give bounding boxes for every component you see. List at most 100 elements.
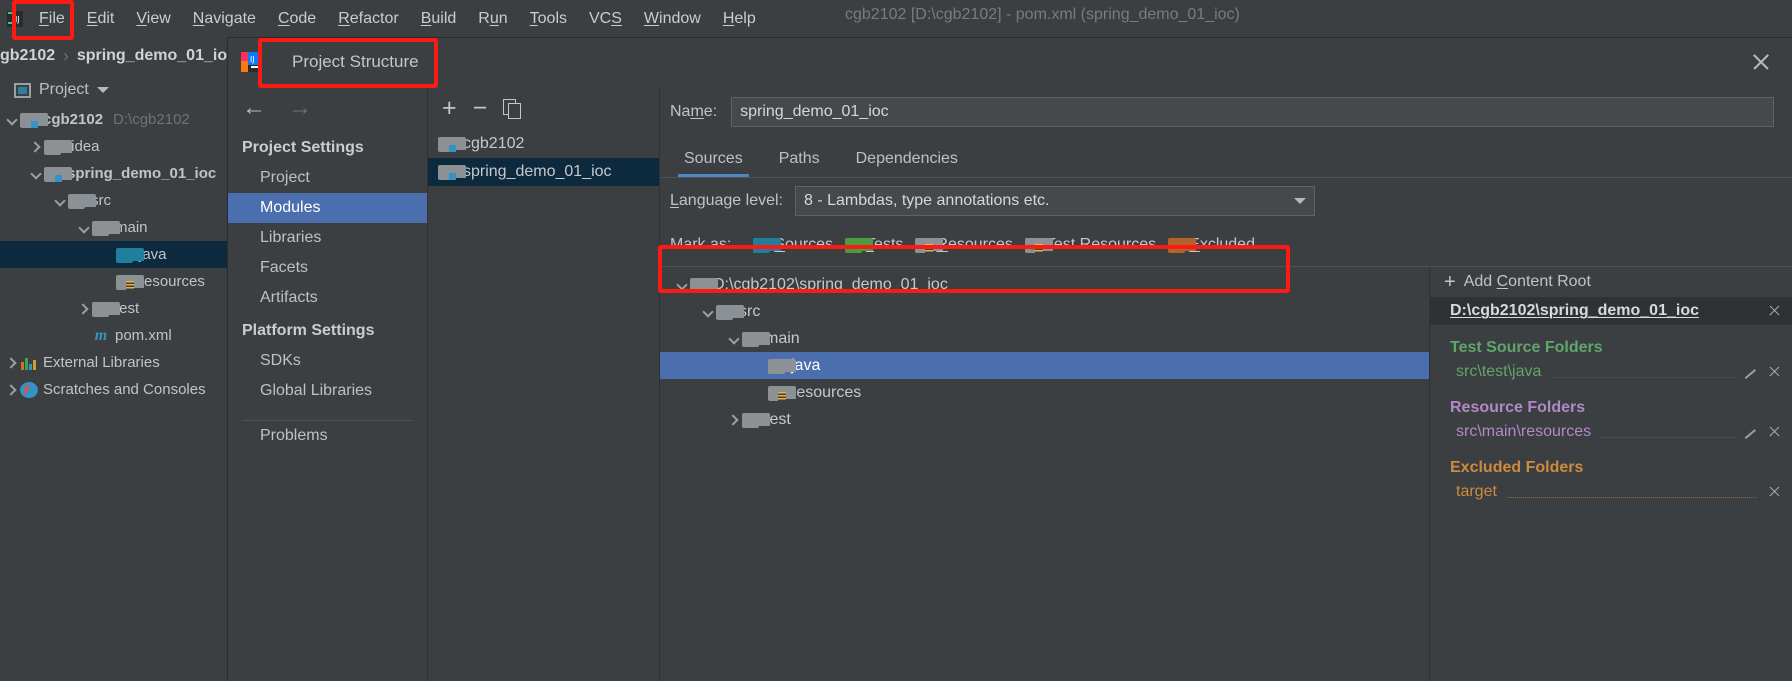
breadcrumb-item-0[interactable]: gb2102 bbox=[0, 47, 55, 65]
sidebar-item-problems[interactable]: Problems bbox=[228, 421, 427, 451]
edit-icon[interactable] bbox=[1745, 425, 1760, 440]
menu-item-tools[interactable]: Tools bbox=[519, 6, 578, 32]
folder-path: src\main\resources bbox=[1456, 423, 1592, 440]
modules-list: cgb2102 spring_demo_01_ioc bbox=[428, 130, 659, 186]
menu-item-build[interactable]: Build bbox=[410, 6, 468, 32]
mark-as-sources-button[interactable]: Sources bbox=[753, 236, 833, 254]
sidebar-item-global-libraries[interactable]: Global Libraries bbox=[228, 376, 427, 406]
project-tree-row-cgb2102[interactable]: cgb2102 D:\cgb2102 bbox=[0, 106, 227, 133]
folder-path: target bbox=[1456, 483, 1497, 500]
remove-icon[interactable] bbox=[1766, 484, 1782, 500]
remove-content-root-icon[interactable] bbox=[1766, 303, 1782, 319]
remove-icon[interactable] bbox=[1766, 364, 1782, 380]
menu-item-help[interactable]: Help bbox=[712, 6, 767, 32]
tab-sources[interactable]: Sources bbox=[670, 146, 757, 177]
breadcrumb-item-1[interactable]: spring_demo_01_ioc bbox=[77, 47, 236, 65]
settings-nav-panel: ← → Project Settings Project Modules Librar… bbox=[228, 86, 428, 681]
project-tree-row-pom-xml[interactable]: m pom.xml bbox=[0, 322, 227, 349]
content-tree-2-chevron-down-icon[interactable] bbox=[726, 331, 742, 347]
project-tree-row-test[interactable]: test bbox=[0, 295, 227, 322]
content-tree-row-d--cgb2102-spring-demo-01-ioc[interactable]: D:\cgb2102\spring_demo_01_ioc bbox=[660, 271, 1429, 298]
folder-path: src\test\java bbox=[1456, 363, 1542, 380]
content-tree-row-test[interactable]: test bbox=[660, 406, 1429, 433]
mark-as-tests-button[interactable]: Tests bbox=[845, 236, 903, 254]
sidebar-item-libraries[interactable]: Libraries bbox=[228, 223, 427, 253]
project-tree-row-main[interactable]: main bbox=[0, 214, 227, 241]
chevron-down-icon[interactable] bbox=[96, 87, 109, 93]
menu-item-view[interactable]: View bbox=[125, 6, 181, 32]
project-tree-row-scratches-and-consoles[interactable]: Scratches and Consoles bbox=[0, 376, 227, 403]
mark-as-excluded-button[interactable]: Excluded bbox=[1168, 236, 1255, 254]
language-level-label: Language level: bbox=[670, 192, 783, 209]
content-tree-row-main[interactable]: main bbox=[660, 325, 1429, 352]
sidebar-item-project[interactable]: Project bbox=[228, 163, 427, 193]
tab-paths[interactable]: Paths bbox=[765, 146, 834, 177]
menu-item-refactor[interactable]: Refactor bbox=[327, 6, 409, 32]
content-tree-5-chevron-right-icon[interactable] bbox=[726, 412, 742, 428]
content-tree-row-resources[interactable]: resources bbox=[660, 379, 1429, 406]
dotted-leader bbox=[1601, 426, 1735, 438]
sidebar-item-facets[interactable]: Facets bbox=[228, 253, 427, 283]
sidebar-item-artifacts[interactable]: Artifacts bbox=[228, 283, 427, 313]
project-tree-row-src[interactable]: src bbox=[0, 187, 227, 214]
project-tree-4-chevron-down-icon[interactable] bbox=[76, 220, 92, 236]
plus-icon[interactable]: + bbox=[442, 95, 457, 121]
content-tree-1-chevron-down-icon[interactable] bbox=[700, 304, 716, 320]
dialog-body: ← → Project Settings Project Modules Librar… bbox=[228, 86, 1792, 681]
project-tree-9-chevron-right-icon[interactable] bbox=[4, 355, 20, 371]
menu-item-file[interactable]: File bbox=[28, 6, 76, 32]
project-tree-6-spacer bbox=[100, 274, 116, 290]
project-tree-row-external-libraries[interactable]: External Libraries bbox=[0, 349, 227, 376]
content-tree-row-java[interactable]: java bbox=[660, 352, 1429, 379]
project-tree-0-chevron-down-icon[interactable] bbox=[4, 112, 20, 128]
content-tree-row-src[interactable]: src bbox=[660, 298, 1429, 325]
project-tree-2-chevron-down-icon[interactable] bbox=[28, 166, 44, 182]
folder-row-src-test-java[interactable]: src\test\java bbox=[1430, 359, 1792, 385]
tab-dependencies[interactable]: Dependencies bbox=[842, 146, 972, 177]
menu-item-code[interactable]: Code bbox=[267, 6, 327, 32]
mark-as-resources-button[interactable]: Resources bbox=[915, 236, 1013, 254]
module-name-input[interactable] bbox=[731, 97, 1774, 127]
module-name-label-mnemonic: m bbox=[690, 103, 704, 120]
project-tree-row-java[interactable]: java bbox=[0, 241, 227, 268]
menu-item-window[interactable]: Window bbox=[633, 6, 712, 32]
menu-item-vcs[interactable]: VCS bbox=[578, 6, 633, 32]
language-level-label-mnemonic: L bbox=[670, 192, 679, 209]
folder-row-target[interactable]: target bbox=[1430, 479, 1792, 505]
menu-item-run[interactable]: Run bbox=[467, 6, 518, 32]
project-tree-1-chevron-right-icon[interactable] bbox=[28, 139, 44, 155]
content-tree-0-chevron-down-icon[interactable] bbox=[674, 277, 690, 293]
folder-row-src-main-resources[interactable]: src\main\resources bbox=[1430, 419, 1792, 445]
project-tool-header[interactable]: Project bbox=[0, 74, 227, 106]
menu-item-build-mnemonic: B bbox=[420, 10, 432, 27]
module-list-item-spring_demo_01_ioc[interactable]: spring_demo_01_ioc bbox=[428, 158, 659, 186]
project-tree-row--idea[interactable]: .idea bbox=[0, 133, 227, 160]
remove-icon[interactable] bbox=[1766, 424, 1782, 440]
menu-item-run-pre: R bbox=[478, 10, 490, 27]
arrow-right-icon[interactable]: → bbox=[288, 96, 312, 120]
close-icon[interactable] bbox=[1750, 51, 1772, 73]
module-list-item-cgb2102[interactable]: cgb2102 bbox=[428, 130, 659, 158]
window-title: cgb2102 [D:\cgb2102] - pom.xml (spring_d… bbox=[845, 6, 1240, 23]
edit-icon[interactable] bbox=[1745, 365, 1760, 380]
sidebar-item-modules[interactable]: Modules bbox=[228, 193, 427, 223]
language-level-select[interactable]: 8 - Lambdas, type annotations etc. bbox=[795, 186, 1315, 216]
menu-item-edit[interactable]: Edit bbox=[76, 6, 126, 32]
module-name-label: Name: bbox=[670, 103, 718, 120]
menu-item-navigate-mnemonic: N bbox=[192, 10, 205, 27]
breadcrumb-separator-icon: › bbox=[63, 46, 69, 65]
project-tree-3-chevron-down-icon[interactable] bbox=[52, 193, 68, 209]
project-tree-row-resources[interactable]: resources bbox=[0, 268, 227, 295]
project-tree-10-chevron-right-icon[interactable] bbox=[4, 382, 20, 398]
add-content-root-button[interactable]: + Add Content Root bbox=[1430, 267, 1792, 297]
project-tree-row-spring-demo-01-ioc[interactable]: spring_demo_01_ioc bbox=[0, 160, 227, 187]
arrow-left-icon[interactable]: ← bbox=[242, 96, 266, 120]
copy-icon[interactable] bbox=[503, 99, 522, 119]
menu-item-file-mnemonic: F bbox=[39, 10, 49, 27]
sidebar-item-sdks[interactable]: SDKs bbox=[228, 346, 427, 376]
mark-as-row: Mark as: Sources Tests Resources Test Re… bbox=[660, 224, 1792, 266]
menu-item-navigate[interactable]: Navigate bbox=[182, 6, 267, 32]
minus-icon[interactable]: − bbox=[473, 95, 488, 121]
mark-as-test-resources-button[interactable]: Test Resources bbox=[1024, 236, 1156, 254]
project-tree-7-chevron-right-icon[interactable] bbox=[76, 301, 92, 317]
